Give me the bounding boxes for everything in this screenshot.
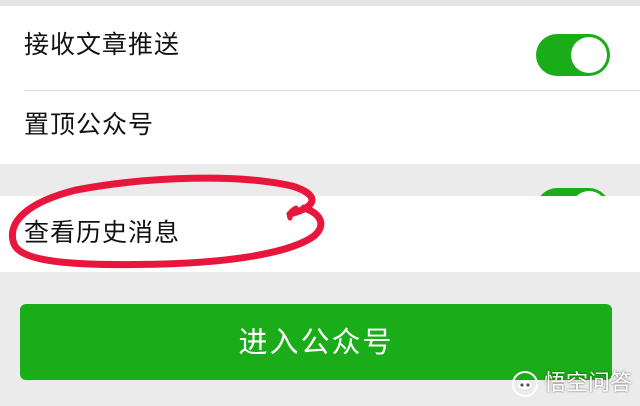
enter-official-account-button[interactable]: 进入公众号: [20, 304, 612, 380]
receive-articles-row: 接收文章推送: [0, 6, 640, 91]
view-history-row[interactable]: 查看历史消息: [0, 196, 640, 272]
pin-account-label: 置顶公众号: [24, 110, 155, 139]
watermark-text: 悟空问答: [543, 371, 632, 396]
pin-account-row: 置顶公众号: [0, 86, 640, 230]
receive-articles-label: 接收文章推送: [24, 30, 181, 59]
toggle-knob: [571, 37, 607, 73]
official-account-settings-screen: 接收文章推送 置顶公众号 查看历史消息 进入公众号 悟空问答: [0, 0, 640, 406]
receive-articles-toggle[interactable]: [536, 34, 610, 76]
wukong-logo-icon: [511, 371, 538, 397]
view-history-label: 查看历史消息: [24, 218, 181, 247]
watermark: 悟空问答: [511, 370, 632, 398]
